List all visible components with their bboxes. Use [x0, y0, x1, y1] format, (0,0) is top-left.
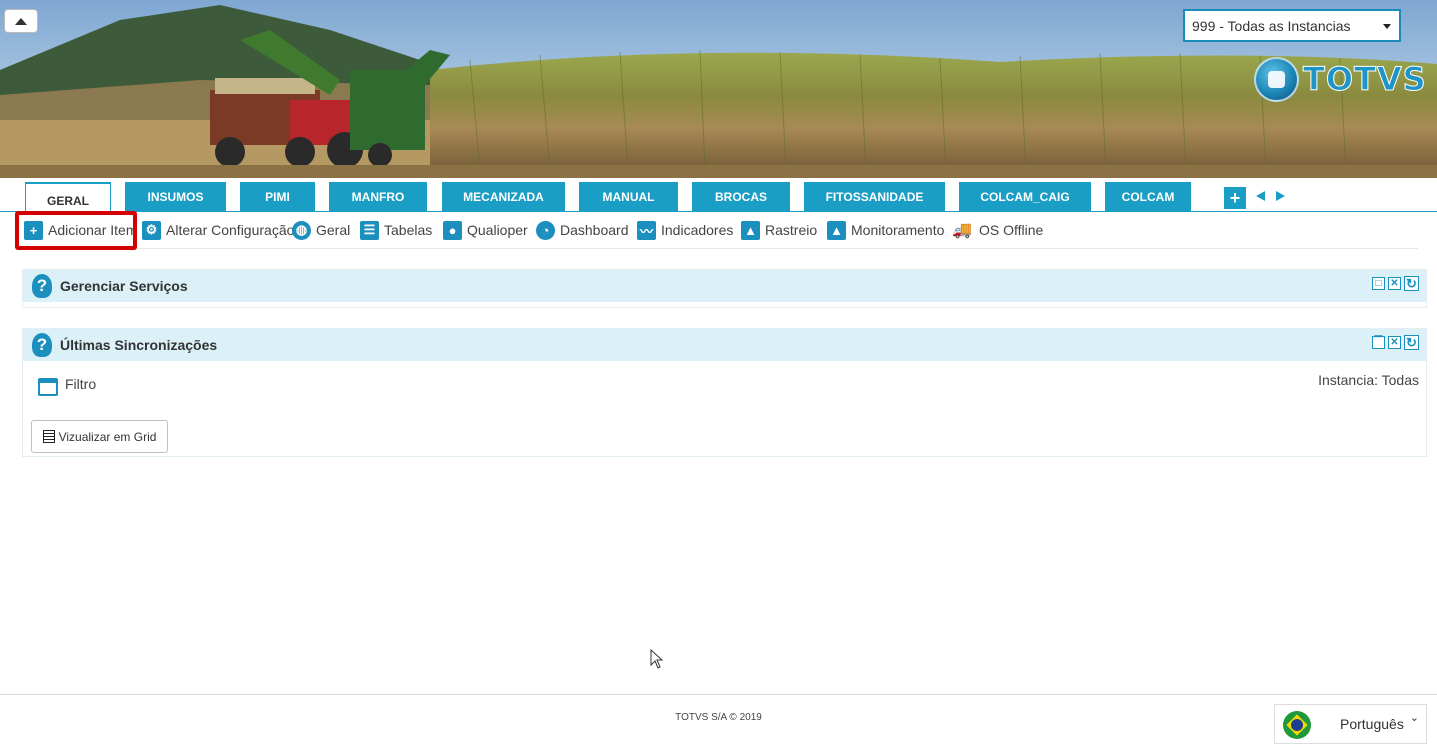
tab-brocas[interactable]: BROCAS	[692, 182, 790, 212]
geral-button[interactable]: ◍ Geral	[292, 219, 350, 241]
rastreio-button[interactable]: ▲ Rastreio	[741, 219, 817, 241]
copyright: TOTVS S/A © 2019	[675, 712, 762, 723]
services-panel-controls: □ ✕ ↻	[1372, 276, 1419, 291]
close-icon[interactable]: ✕	[1388, 277, 1401, 290]
indicadores-label: Indicadores	[661, 222, 734, 238]
table-icon: ☰	[360, 220, 379, 240]
calendar-icon	[38, 378, 58, 396]
brazil-flag-icon	[1283, 711, 1311, 739]
chevron-down-icon: ⌄	[1409, 712, 1419, 724]
collapse-icon[interactable]: ▔	[1372, 336, 1385, 349]
refresh-icon[interactable]: ↻	[1404, 276, 1419, 291]
sync-panel-controls: ▔ ✕ ↻	[1372, 335, 1419, 350]
os-offline-button[interactable]: 🚚 OS Offline	[950, 219, 1043, 241]
totvs-globe-icon	[1254, 56, 1299, 102]
add-tab-button[interactable]: +	[1224, 187, 1246, 209]
caret-down-icon	[1383, 24, 1391, 29]
header-banner: 999 - Todas as Instancias TOTVS	[0, 0, 1437, 178]
logo-text: TOTVS	[1303, 60, 1427, 99]
services-panel: ? Gerenciar Serviços □ ✕ ↻	[22, 269, 1427, 308]
chart-line-icon: 〰	[637, 220, 656, 240]
change-config-button[interactable]: ⚙ Alterar Configuração	[142, 219, 294, 241]
sync-panel-header: ? Últimas Sincronizações ▔ ✕ ↻	[23, 329, 1426, 361]
list-icon	[42, 430, 55, 443]
caret-up-icon	[15, 17, 27, 25]
qualioper-label: Qualioper	[467, 222, 528, 238]
language-select[interactable]: Português ⌄	[1274, 704, 1427, 744]
truck-icon: 🚚	[950, 220, 974, 240]
totvs-logo: TOTVS	[1254, 56, 1427, 102]
tab-colcam-caig[interactable]: COLCAM_CAIG	[959, 182, 1091, 212]
indicadores-button[interactable]: 〰 Indicadores	[637, 219, 733, 241]
plus-icon: +	[24, 220, 43, 240]
tab-mecanizada[interactable]: MECANIZADA	[442, 182, 565, 212]
map-icon: ▲	[741, 220, 760, 240]
tab-manfro[interactable]: MANFRO	[329, 182, 427, 212]
qualioper-button[interactable]: ● Qualioper	[443, 219, 528, 241]
mouse-cursor-icon	[650, 649, 664, 669]
gear-icon: ⚙	[142, 220, 161, 240]
instance-select[interactable]: 999 - Todas as Instancias	[1183, 9, 1401, 42]
globe-icon: ◍	[292, 220, 311, 240]
services-panel-header: ? Gerenciar Serviços □ ✕ ↻	[23, 270, 1426, 302]
tab-geral[interactable]: GERAL	[25, 182, 111, 212]
help-icon[interactable]: ?	[32, 274, 52, 298]
view-grid-label: Vizualizar em Grid	[58, 429, 157, 444]
add-item-label: Adicionar Item	[48, 222, 138, 238]
toolbar: + Adicionar Item ⚙ Alterar Configuração …	[18, 214, 1418, 249]
tab-colcam[interactable]: COLCAM	[1105, 182, 1191, 212]
instance-text: Instancia: Todas	[1318, 372, 1419, 388]
os-offline-label: OS Offline	[979, 222, 1044, 238]
collapse-header-button[interactable]	[4, 9, 38, 33]
refresh-icon[interactable]: ↻	[1404, 335, 1419, 350]
expand-icon[interactable]: □	[1372, 277, 1385, 290]
tab-scroll-left-icon[interactable]	[1256, 191, 1265, 201]
tabelas-label: Tabelas	[384, 222, 433, 238]
tabelas-button[interactable]: ☰ Tabelas	[360, 219, 432, 241]
filter-toggle[interactable]: Filtro	[38, 375, 97, 396]
footer-divider	[0, 694, 1437, 695]
sync-panel-title: Últimas Sincronizações	[60, 337, 218, 353]
filter-label: Filtro	[65, 376, 97, 392]
view-grid-button[interactable]: Vizualizar em Grid	[31, 420, 168, 453]
map-pin-icon: ▲	[827, 220, 846, 240]
tab-bar: GERAL INSUMOS PIMI MANFRO MECANIZADA MAN…	[0, 178, 1437, 212]
geral-label: Geral	[316, 222, 351, 238]
monitoramento-button[interactable]: ▲ Monitoramento	[827, 219, 944, 241]
rastreio-label: Rastreio	[765, 222, 818, 238]
language-label: Português	[1340, 716, 1404, 732]
tab-manual[interactable]: MANUAL	[579, 182, 678, 212]
help-icon[interactable]: ?	[32, 333, 52, 357]
close-icon[interactable]: ✕	[1388, 336, 1401, 349]
sync-panel: ? Últimas Sincronizações ▔ ✕ ↻ Filtro In…	[22, 328, 1427, 457]
instance-select-value: 999 - Todas as Instancias	[1192, 17, 1351, 34]
add-item-button[interactable]: + Adicionar Item	[24, 219, 137, 241]
dashboard-button[interactable]: ◔ Dashboard	[536, 219, 629, 241]
services-panel-title: Gerenciar Serviços	[60, 278, 188, 294]
app-root: 999 - Todas as Instancias TOTVS GERAL IN…	[0, 0, 1437, 752]
tab-scroll-right-icon[interactable]	[1276, 191, 1285, 201]
gauge-icon: ◔	[536, 220, 555, 240]
tab-fitossanidade[interactable]: FITOSSANIDADE	[804, 182, 945, 212]
dashboard-label: Dashboard	[560, 222, 629, 238]
tab-pimi[interactable]: PIMI	[240, 182, 315, 212]
monitoramento-label: Monitoramento	[851, 222, 945, 238]
tab-insumos[interactable]: INSUMOS	[125, 182, 226, 212]
user-icon: ●	[443, 220, 462, 240]
change-config-label: Alterar Configuração	[166, 222, 295, 238]
